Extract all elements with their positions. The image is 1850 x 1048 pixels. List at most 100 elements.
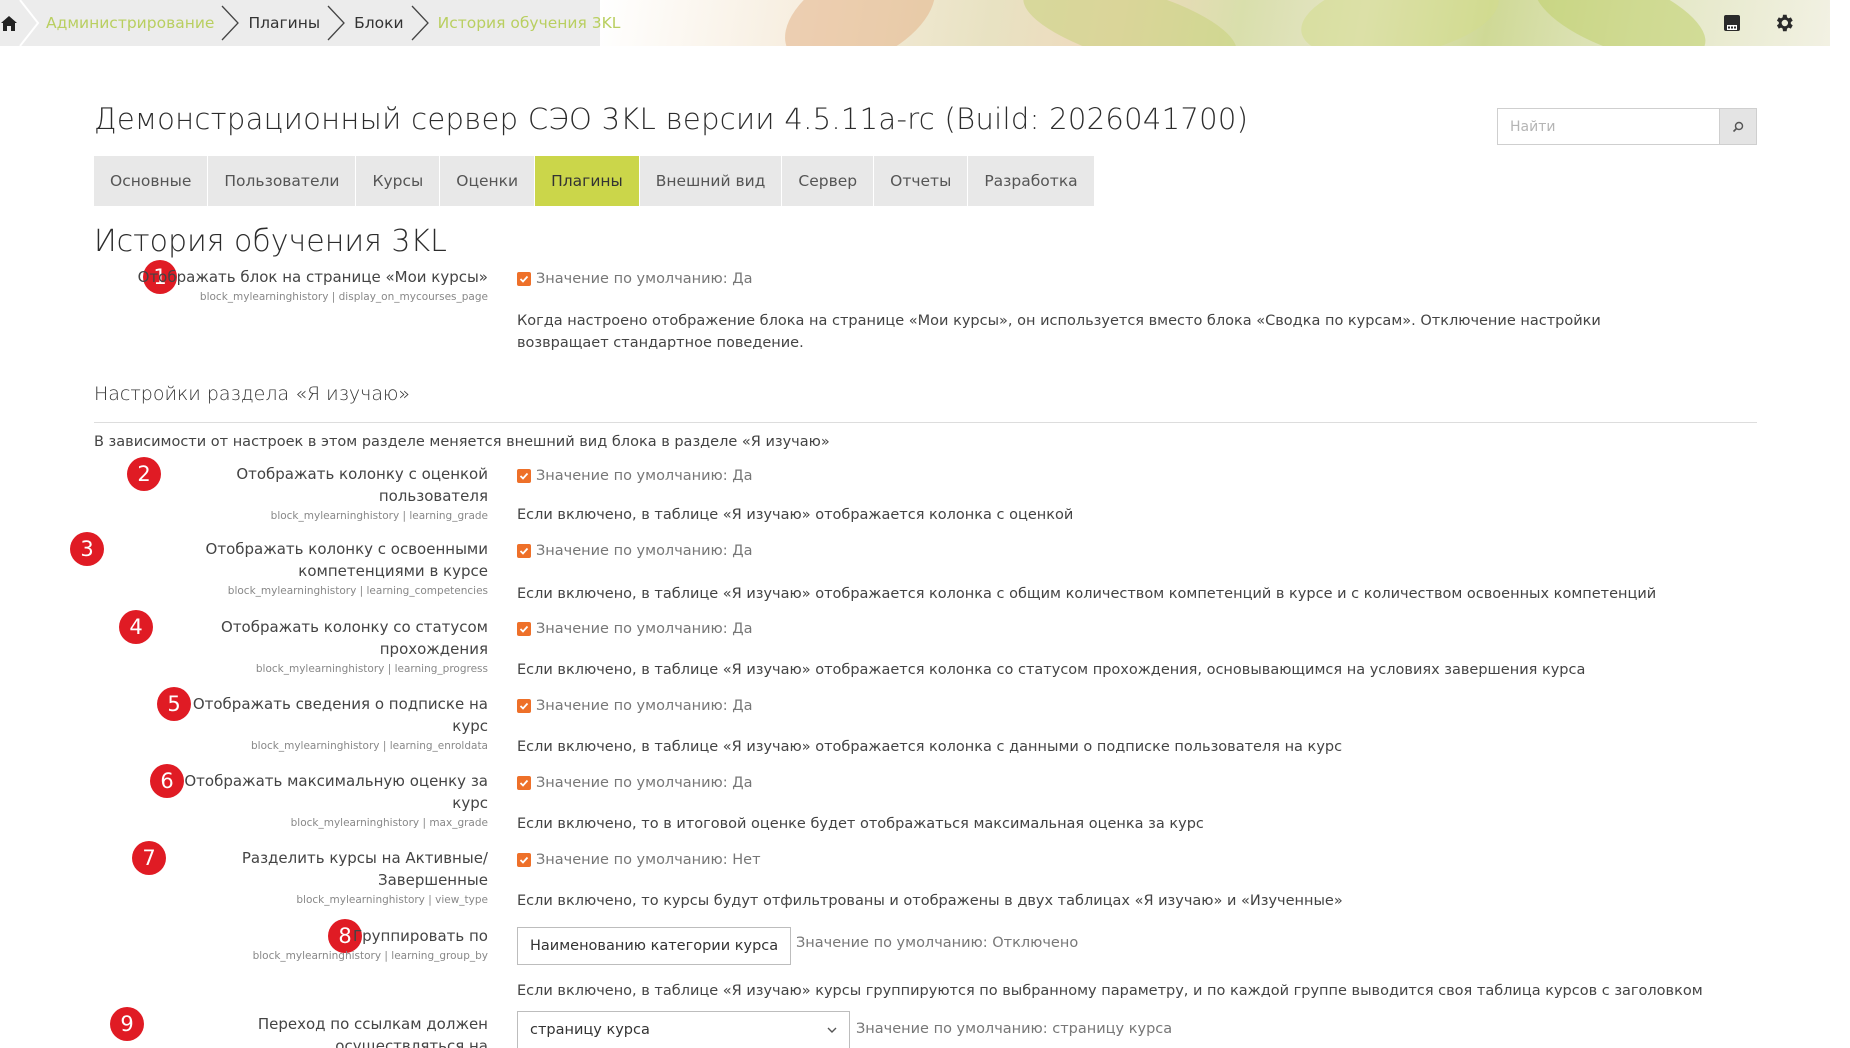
settings-button[interactable]	[1772, 11, 1796, 35]
search-form	[1497, 108, 1757, 145]
breadcrumb-item[interactable]: Плагины	[242, 14, 326, 32]
breadcrumb-separator-icon	[411, 5, 429, 41]
setting-checkbox[interactable]	[517, 544, 531, 558]
setting-title: Отображать сведения о подписке на курс	[192, 695, 488, 735]
setting-description: Если включено, в таблице «Я изучаю» отоб…	[517, 586, 1657, 602]
header-decoration	[600, 0, 1830, 46]
default-value-row: Значение по умолчанию: Да	[517, 775, 752, 791]
setting-title: Переход по ссылкам должен осуществляться…	[257, 1015, 488, 1048]
default-value-row: Значение по умолчанию: Нет	[517, 852, 761, 868]
checkmark-icon	[519, 547, 529, 555]
setting-checkbox[interactable]	[517, 272, 531, 286]
setting-description: Когда настроено отображение блока на стр…	[517, 313, 1601, 351]
checkmark-icon	[519, 275, 529, 283]
setting-key: block_mylearninghistory | learning_progr…	[255, 663, 488, 675]
setting-key: block_mylearninghistory | display_on_myc…	[199, 291, 488, 303]
setting-description: Если включено, в таблице «Я изучаю» отоб…	[517, 739, 1343, 755]
default-value-row: Значение по умолчанию: Да	[517, 543, 752, 559]
home-icon	[1, 15, 17, 31]
checkmark-icon	[519, 625, 529, 633]
top-actions	[1720, 0, 1796, 46]
admin-tabs: Основные Пользователи Курсы Оценки Плаги…	[94, 156, 1095, 206]
save-button[interactable]	[1720, 11, 1744, 35]
setting-label: Переход по ссылкам должен осуществляться…	[128, 1013, 488, 1048]
select-value: страницу курса	[530, 1022, 650, 1038]
decoration-leaf	[1014, 0, 1246, 46]
step-badge: 3	[70, 532, 104, 566]
tab-reports[interactable]: Отчеты	[874, 156, 969, 206]
setting-title: Группировать по	[353, 927, 488, 945]
setting-title: Отображать максимальную оценку за курс	[184, 772, 488, 812]
default-value-row: Значение по умолчанию: Да	[517, 621, 752, 637]
setting-label: Отображать колонку с оценкой пользовател…	[148, 463, 488, 523]
setting-label: Отображать колонку со статусом прохожден…	[128, 616, 488, 676]
setting-key: block_mylearninghistory | learning_enrol…	[251, 740, 488, 752]
setting-label: Отображать блок на странице «Мои курсы» …	[128, 266, 488, 304]
default-value-text: Значение по умолчанию: Да	[536, 698, 753, 714]
setting-key: block_mylearninghistory | learning_grade	[270, 510, 488, 522]
setting-key: block_mylearninghistory | learning_compe…	[227, 585, 488, 597]
decoration-leaf	[768, 0, 952, 46]
checkmark-icon	[519, 779, 529, 787]
setting-label: Отображать сведения о подписке на курс b…	[168, 693, 488, 753]
search-input[interactable]	[1497, 108, 1719, 145]
setting-description: Если включено, то в итоговой оценке буде…	[517, 816, 1204, 832]
setting-description: Если включено, в таблице «Я изучаю» отоб…	[517, 507, 1074, 523]
setting-title: Отображать колонку со статусом прохожден…	[221, 618, 488, 658]
setting-key: block_mylearninghistory | view_type	[296, 894, 488, 906]
tab-general[interactable]: Основные	[94, 156, 209, 206]
search-icon	[1732, 121, 1744, 132]
checkmark-icon	[519, 472, 529, 480]
setting-description: Если включено, в таблице «Я изучаю» отоб…	[517, 662, 1586, 678]
default-value-text: Значение по умолчанию: Нет	[536, 852, 761, 868]
course-link-select[interactable]: страницу курса	[517, 1011, 850, 1048]
breadcrumb-item[interactable]: Блоки	[348, 14, 409, 32]
setting-checkbox[interactable]	[517, 853, 531, 867]
setting-checkbox[interactable]	[517, 699, 531, 713]
tab-appearance[interactable]: Внешний вид	[639, 156, 783, 206]
tab-development[interactable]: Разработка	[968, 156, 1095, 206]
checkmark-icon	[519, 856, 529, 864]
setting-key: block_mylearninghistory | learning_group…	[252, 950, 488, 962]
decoration-leaf	[1523, 0, 1717, 46]
breadcrumb-separator-icon	[327, 5, 346, 41]
default-value-text: Значение по умолчанию: Отключено	[796, 935, 1079, 951]
tab-server[interactable]: Сервер	[782, 156, 875, 206]
site-title: Демонстрационный сервер СЭО 3KL версии 4…	[94, 102, 1249, 136]
setting-checkbox[interactable]	[517, 622, 531, 636]
tab-plugins[interactable]: Плагины	[535, 156, 640, 206]
setting-label: Разделить курсы на Активные/Завершенные …	[148, 847, 488, 907]
tab-users[interactable]: Пользователи	[208, 156, 357, 206]
setting-checkbox[interactable]	[517, 469, 531, 483]
breadcrumb-item[interactable]: Администрирование	[40, 14, 220, 32]
default-value-text: Значение по умолчанию: страницу курса	[856, 1021, 1173, 1037]
page-heading: История обучения 3KL	[94, 224, 447, 259]
setting-title: Отображать колонку с освоенными компетен…	[205, 540, 488, 580]
default-value-row: Значение по умолчанию: Да	[517, 468, 752, 484]
tab-courses[interactable]: Курсы	[356, 156, 441, 206]
setting-checkbox[interactable]	[517, 776, 531, 790]
default-value-text: Значение по умолчанию: Да	[536, 621, 753, 637]
default-value-text: Значение по умолчанию: Да	[536, 468, 753, 484]
setting-description: Если включено, в таблице «Я изучаю» курс…	[517, 983, 1703, 999]
default-value-row: Значение по умолчанию: Да	[517, 271, 752, 287]
setting-title: Разделить курсы на Активные/Завершенные	[241, 849, 488, 889]
decoration-leaf	[1294, 0, 1506, 46]
group-by-select[interactable]: Наименованию категории курса	[517, 927, 791, 965]
top-bar: Администрирование Плагины Блоки История …	[0, 0, 1850, 46]
tab-grades[interactable]: Оценки	[440, 156, 536, 206]
setting-key: block_mylearninghistory | max_grade	[290, 817, 488, 829]
search-button[interactable]	[1719, 108, 1757, 145]
default-value-text: Значение по умолчанию: Да	[536, 271, 753, 287]
setting-title: Отображать блок на странице «Мои курсы»	[137, 268, 488, 286]
section-divider	[94, 422, 1757, 423]
breadcrumb-current: История обучения 3KL	[437, 14, 621, 32]
save-icon	[1724, 15, 1740, 31]
default-value-text: Значение по умолчанию: Да	[536, 775, 753, 791]
home-button[interactable]	[0, 0, 18, 46]
default-value-text: Значение по умолчанию: Да	[536, 543, 753, 559]
setting-description: Если включено, то курсы будут отфильтров…	[517, 893, 1343, 909]
select-value: Наименованию категории курса	[530, 938, 779, 954]
section-description: В зависимости от настроек в этом разделе…	[94, 434, 830, 450]
breadcrumb: Администрирование Плагины Блоки История …	[0, 0, 620, 46]
